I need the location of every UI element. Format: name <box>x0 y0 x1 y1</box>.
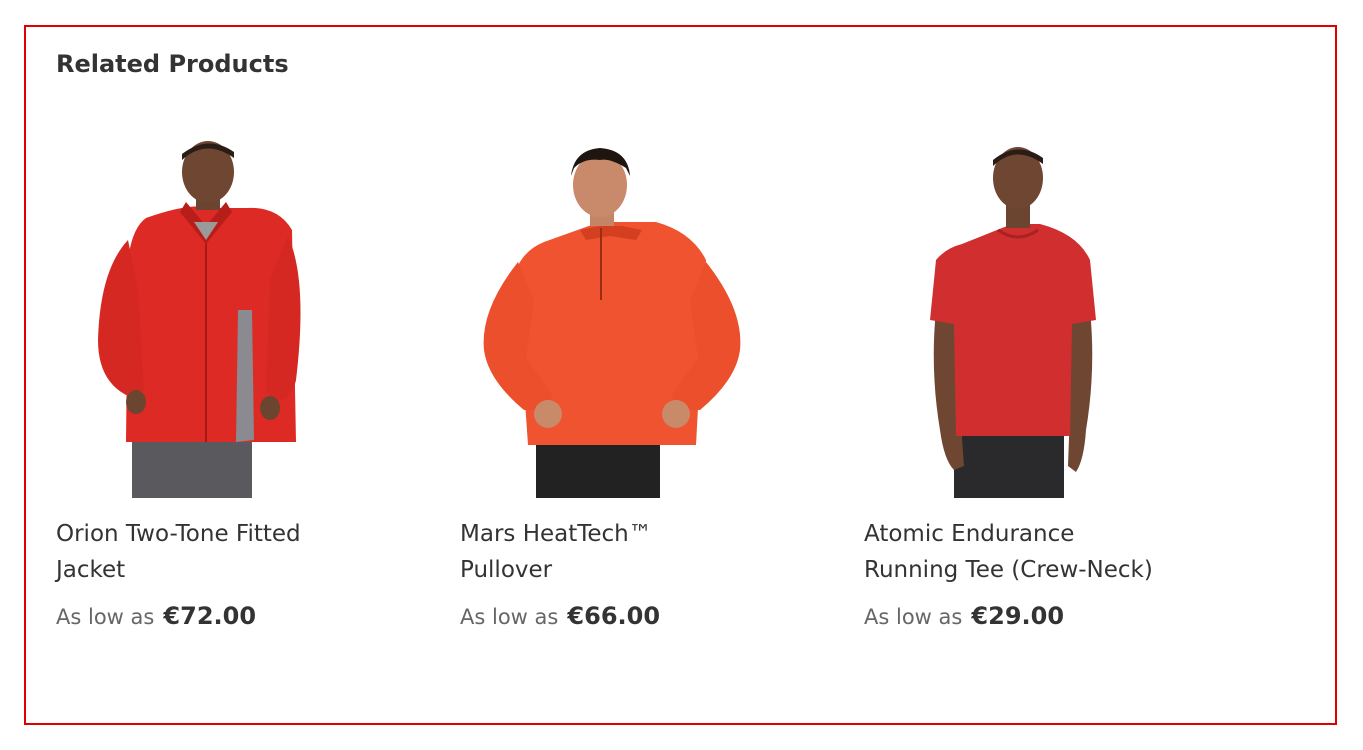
price-amount: €72.00 <box>163 602 257 630</box>
section-title: Related Products <box>56 50 289 78</box>
product-name-link[interactable]: Orion Two-Tone Fitted Jacket <box>56 516 346 588</box>
product-name-link[interactable]: Atomic Endurance Running Tee (Crew-Neck) <box>864 516 1154 588</box>
price-amount: €29.00 <box>971 602 1065 630</box>
product-image-link[interactable] <box>56 110 386 498</box>
product-card: Atomic Endurance Running Tee (Crew-Neck)… <box>864 110 1194 630</box>
product-image-link[interactable] <box>460 110 790 498</box>
price-box: As low as €29.00 <box>864 602 1194 630</box>
product-photo <box>98 141 301 498</box>
price-amount: €66.00 <box>567 602 661 630</box>
product-photo <box>483 148 741 498</box>
price-label: As low as <box>460 605 559 629</box>
price-box: As low as €66.00 <box>460 602 790 630</box>
price-label: As low as <box>864 605 963 629</box>
product-photo <box>930 147 1096 498</box>
product-card: Mars HeatTech™ Pullover As low as €66.00 <box>460 110 790 630</box>
price-label: As low as <box>56 605 155 629</box>
product-image-link[interactable] <box>864 110 1194 498</box>
price-box: As low as €72.00 <box>56 602 386 630</box>
product-card: Orion Two-Tone Fitted Jacket As low as €… <box>56 110 386 630</box>
product-name-link[interactable]: Mars HeatTech™ Pullover <box>460 516 750 588</box>
